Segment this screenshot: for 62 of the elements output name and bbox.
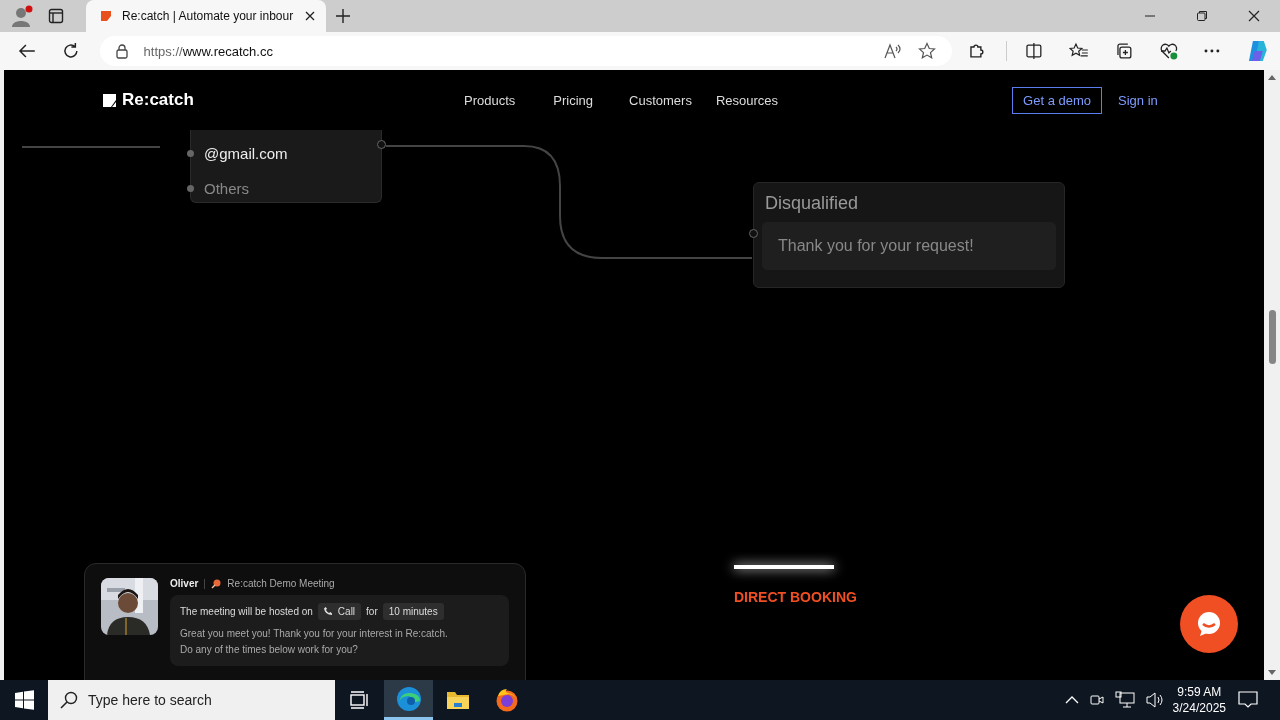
browser-tab[interactable]: Re:catch | Automate your inbour [86,0,326,32]
address-field[interactable]: https://www.recatch.cc [99,36,953,66]
message-text: Great you meet you! Thank you for your interest in Re:catch. [180,627,449,641]
refresh-icon[interactable] [61,42,80,60]
favorite-star-icon[interactable] [918,42,937,60]
nav-link[interactable]: Resources [715,92,779,108]
restore-icon[interactable] [1196,10,1208,22]
port-dot [187,185,194,192]
taskbar-app[interactable] [384,680,433,720]
clock-date[interactable]: 3/24/2025 [1172,700,1226,716]
phone-icon [323,607,333,616]
site-favicon [100,10,112,22]
profile-icon[interactable] [10,4,34,28]
copilot-icon[interactable] [1246,39,1270,63]
back-icon[interactable] [18,43,36,59]
chat-button[interactable] [1180,595,1238,653]
health-icon[interactable] [1158,42,1179,60]
get-demo-button[interactable]: Get a demo [1012,86,1102,114]
site-logo[interactable]: Re:catch [103,90,464,110]
nav-link[interactable]: Products [464,92,516,108]
search-field[interactable]: Type here to search [48,680,335,720]
logo-mark-icon [103,93,116,107]
message-text: Do any of the times below work for you? [180,643,359,657]
close-tab-icon[interactable] [304,10,316,22]
folder-icon [445,690,470,710]
sign-in-link[interactable]: Sign in [1118,92,1158,108]
duration-chip: 10 minutes [382,603,444,620]
nav-link[interactable]: Customers [629,92,692,108]
split-screen-icon[interactable] [1025,42,1044,60]
host-name: Oliver [170,578,199,589]
new-tab-icon[interactable] [336,9,350,23]
port-dot [187,150,194,157]
option-label[interactable]: Others [204,180,249,197]
firefox-icon [494,688,519,712]
browser-icon [395,685,422,712]
scroll-up-icon[interactable] [1268,75,1276,80]
volume-icon[interactable] [1144,691,1165,709]
message-text: Thank you for your request! [778,237,974,254]
collections-icon[interactable] [1114,42,1133,60]
more-icon[interactable] [1204,49,1221,53]
lock-icon [115,43,128,59]
scroll-down-icon[interactable] [1268,670,1276,675]
pin-icon [211,578,222,589]
scroll-thumb[interactable] [1268,310,1276,364]
option-label[interactable]: @gmail.com [204,145,288,162]
task-view-icon [349,691,370,709]
chevron-up-icon[interactable] [1064,695,1079,705]
tab-actions-icon[interactable] [48,8,64,24]
channel-chip: Call [317,603,362,620]
close-window-icon[interactable] [1248,10,1260,22]
notification-icon[interactable] [1238,691,1258,709]
nav-link[interactable]: Pricing [553,92,594,108]
section-label: DIRECT BOOKING [734,589,857,605]
network-icon[interactable] [1114,691,1135,709]
message-text: The meeting will be hosted on [180,606,313,617]
read-aloud-icon[interactable] [884,43,903,59]
meeting-title: Re:catch Demo Meeting [227,578,335,589]
favorites-icon[interactable] [1069,42,1089,60]
node-title: Disqualified [765,193,860,214]
search-icon [60,691,78,709]
clock-time[interactable]: 9:59 AM [1177,684,1222,700]
message-text: for [366,606,378,617]
